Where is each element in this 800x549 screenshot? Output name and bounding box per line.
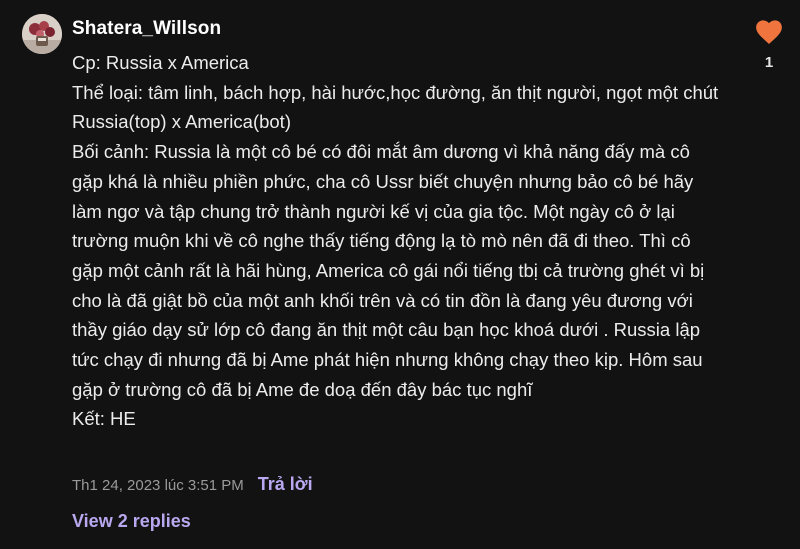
username[interactable]: Shatera_Willson [72, 18, 221, 40]
comment-meta: Th1 24, 2023 lúc 3:51 PM Trả lời [72, 474, 313, 495]
view-replies-button[interactable]: View 2 replies [72, 511, 191, 532]
avatar[interactable] [22, 14, 62, 54]
comment-body: Cp: Russia x America Thể loại: tâm linh,… [72, 48, 720, 434]
heart-icon[interactable] [754, 18, 784, 45]
comment-line-roles: Russia(top) x America(bot) [72, 111, 291, 133]
reply-button[interactable]: Trả lời [258, 474, 313, 495]
comment-line-setting: Bối cảnh: Russia là một cô bé có đôi mắt… [72, 141, 705, 400]
timestamp: Th1 24, 2023 lúc 3:51 PM [72, 477, 244, 494]
like-count: 1 [764, 54, 774, 71]
comment-card: Shatera_Willson Cp: Russia x America Thể… [0, 0, 800, 549]
comment-line-couple: Cp: Russia x America [72, 52, 249, 73]
comment-line-ending: Kết: HE [72, 408, 136, 430]
avatar-image [22, 14, 62, 54]
comment-line-genre: Thể loại: tâm linh, bách hợp, hài hước,h… [72, 81, 719, 103]
like-button[interactable]: 1 [753, 18, 785, 71]
